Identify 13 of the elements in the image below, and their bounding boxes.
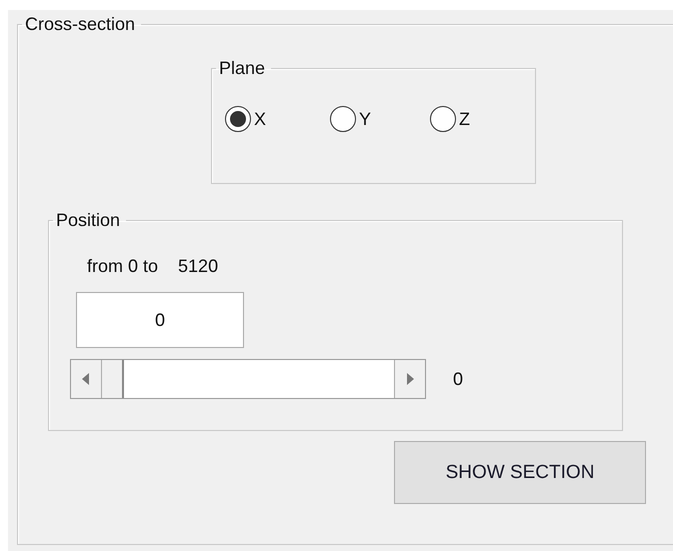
radio-option[interactable]: Y	[330, 106, 430, 132]
radio-option[interactable]: Z	[430, 106, 535, 132]
position-title: Position	[55, 210, 122, 231]
plane-title: Plane	[218, 58, 266, 79]
show-section-button[interactable]: SHOW SECTION	[394, 441, 646, 504]
position-scrollbar[interactable]	[70, 359, 426, 399]
radio-option[interactable]: X	[225, 106, 330, 132]
range-label: from 0 to	[87, 255, 158, 277]
position-reading: 0	[453, 368, 464, 390]
range-max: 5120	[178, 255, 218, 277]
scroll-thumb[interactable]	[102, 360, 124, 398]
group-title: Cross-section	[24, 14, 136, 35]
position-input[interactable]: 0	[76, 292, 244, 348]
